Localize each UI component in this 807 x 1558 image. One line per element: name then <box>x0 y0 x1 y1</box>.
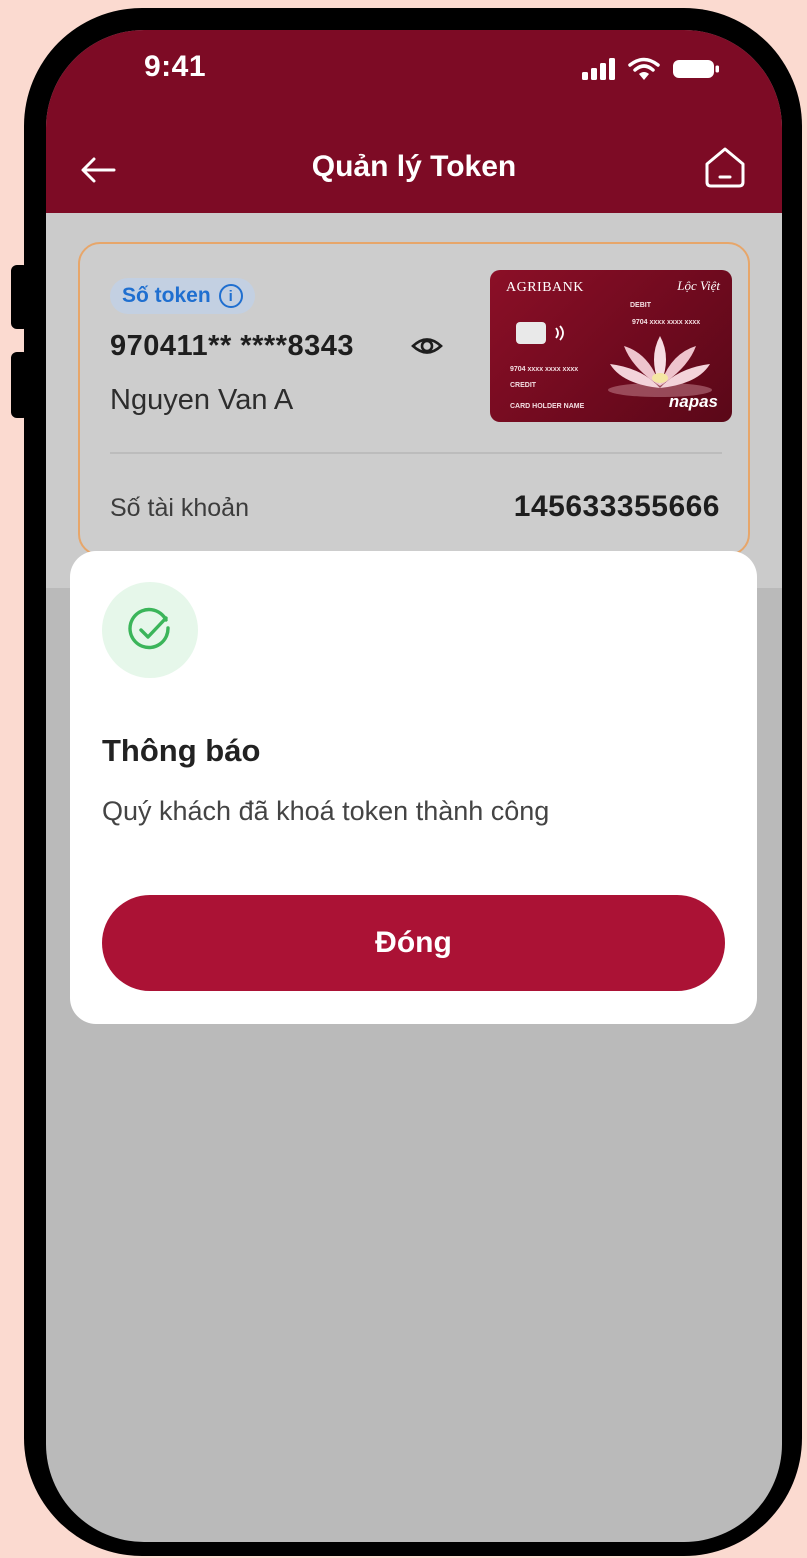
account-label: Số tài khoản <box>110 494 249 522</box>
success-badge <box>102 582 198 678</box>
wifi-icon <box>628 57 660 80</box>
eye-icon[interactable] <box>410 331 444 361</box>
dialog-message: Quý khách đã khoá token thành công <box>102 796 550 826</box>
close-button[interactable]: Đóng <box>102 895 725 991</box>
napas-logo: napas <box>668 392 718 411</box>
holder-name: Nguyen Van A <box>110 384 294 416</box>
bank-card-number-mid: 9704 xxxx xxxx xxxx <box>510 366 579 373</box>
home-icon[interactable] <box>702 144 748 190</box>
status-icons <box>582 57 720 81</box>
bank-card-brand: Lộc Việt <box>677 278 720 293</box>
token-number: 970411** ****8343 <box>110 330 354 362</box>
token-badge: Số token i <box>110 278 255 314</box>
badge-label: Số token <box>122 284 211 307</box>
bank-card-debit: DEBIT <box>630 302 651 309</box>
info-icon[interactable]: i <box>218 284 243 308</box>
account-number: 145633355666 <box>513 490 720 523</box>
notification-dialog: Thông báo Quý khách đã khoá token thành … <box>70 551 757 1024</box>
phone-screen: 9:41 Quản lý Token Số token i 970411** *… <box>46 30 782 1542</box>
phone-side-button-lower <box>11 352 29 418</box>
contactless-icon <box>555 325 564 341</box>
bank-card-image: AGRIBANK Lộc Việt DEBIT 9704 xxxx xxxx x… <box>490 270 732 422</box>
bank-card-bank-name: AGRIBANK <box>506 280 584 295</box>
bank-card-holder: CARD HOLDER NAME <box>510 403 585 410</box>
lotus-illustration <box>608 336 712 397</box>
card-divider <box>110 452 722 454</box>
page-title: Quản lý Token <box>311 150 517 183</box>
phone-side-button-upper <box>11 265 29 329</box>
token-card: Số token i 970411** ****8343 Nguyen Van … <box>78 242 750 556</box>
bank-card-credit: CREDIT <box>510 382 537 389</box>
battery-icon <box>673 60 719 78</box>
card-chip-icon <box>516 322 546 344</box>
app-header: 9:41 Quản lý Token <box>46 30 782 213</box>
bank-card-number-top: 9704 xxxx xxxx xxxx <box>632 319 701 326</box>
nav-bar: Quản lý Token <box>46 142 782 202</box>
dialog-title: Thông báo <box>102 733 261 768</box>
status-time: 9:41 <box>144 50 207 83</box>
signal-icon <box>582 58 615 80</box>
check-circle-icon <box>128 607 170 650</box>
